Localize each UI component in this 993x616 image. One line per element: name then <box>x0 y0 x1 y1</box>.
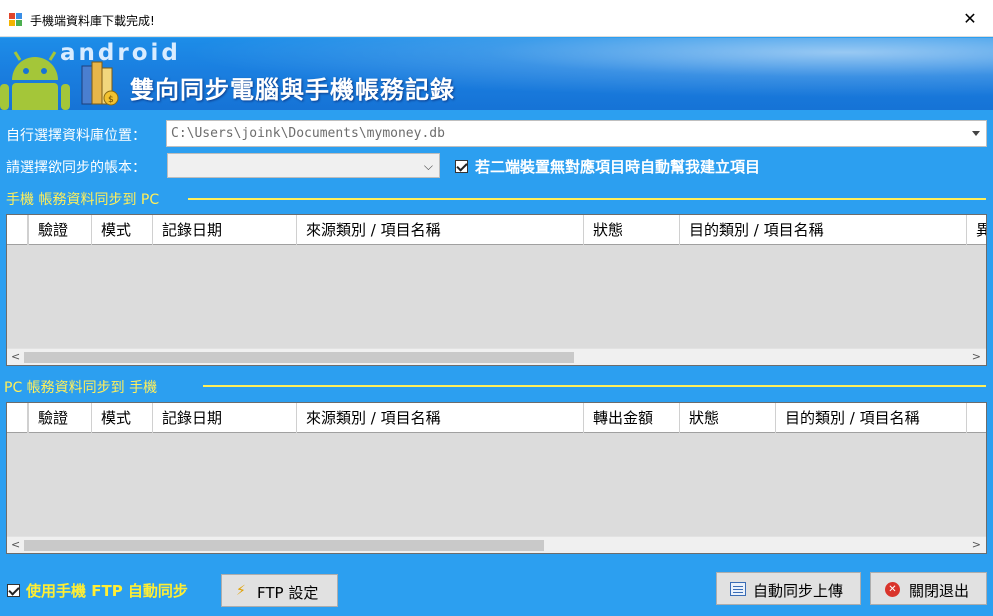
col-verify[interactable]: 驗證 <box>28 215 91 245</box>
auto-create-checkbox[interactable] <box>455 160 468 173</box>
scroll-thumb[interactable] <box>24 540 544 551</box>
pc-to-phone-title: PC 帳務資料同步到 手機 <box>4 380 158 396</box>
auto-upload-label: 自動同步上傳 <box>753 582 844 600</box>
col-mode[interactable]: 模式 <box>91 215 152 245</box>
phone-to-pc-grid[interactable]: 驗證 模式 記錄日期 來源類別 / 項目名稱 狀態 目的類別 / 項目名稱 異 … <box>6 214 987 366</box>
col-source-category[interactable]: 來源類別 / 項目名稱 <box>296 403 583 433</box>
account-label: 請選擇欲同步的帳本： <box>6 160 146 176</box>
android-wordmark: android <box>60 40 181 66</box>
close-exit-button[interactable]: ✕ 關閉退出 <box>870 572 987 605</box>
books-icon: $ <box>81 61 119 106</box>
chevron-down-icon: ⌵ <box>423 159 433 173</box>
app-icon <box>9 13 23 26</box>
dropdown-arrow-icon[interactable] <box>972 131 980 136</box>
col-verify[interactable]: 驗證 <box>28 403 91 433</box>
sync-dialog: 手機端資料庫下載完成! ✕ android $ 雙向同步電腦與手機帳務記錄 自行… <box>0 0 993 616</box>
auto-upload-button[interactable]: 自動同步上傳 <box>716 572 861 605</box>
horizontal-scrollbar[interactable]: < > <box>7 348 986 365</box>
grid-header: 驗證 模式 記錄日期 來源類別 / 項目名稱 轉出金額 狀態 目的類別 / 項目… <box>7 403 986 433</box>
col-status[interactable]: 狀態 <box>679 403 775 433</box>
db-location-combobox[interactable]: C:\Users\joink\Documents\mymoney.db <box>166 120 987 147</box>
banner: android $ 雙向同步電腦與手機帳務記錄 <box>0 38 993 110</box>
scroll-right-icon[interactable]: > <box>972 350 981 363</box>
pc-to-phone-grid[interactable]: 驗證 模式 記錄日期 來源類別 / 項目名稱 轉出金額 狀態 目的類別 / 項目… <box>6 402 987 554</box>
lightning-icon: ⚡ <box>236 583 246 599</box>
window-title: 手機端資料庫下載完成! <box>30 14 155 28</box>
col-transfer-amount[interactable]: 轉出金額 <box>583 403 679 433</box>
ftp-settings-label: FTP 設定 <box>257 584 319 602</box>
col-blank[interactable] <box>966 403 986 433</box>
scroll-thumb[interactable] <box>24 352 574 363</box>
scroll-left-icon[interactable]: < <box>11 350 20 363</box>
ftp-settings-button[interactable]: ⚡ FTP 設定 <box>221 574 338 607</box>
scroll-left-icon[interactable]: < <box>11 538 20 551</box>
row-header-corner <box>7 215 28 245</box>
account-select[interactable]: ⌵ <box>167 153 440 178</box>
col-mode[interactable]: 模式 <box>91 403 152 433</box>
col-record-date[interactable]: 記錄日期 <box>152 215 296 245</box>
col-partial[interactable]: 異 <box>966 215 986 245</box>
ftp-auto-sync-checkbox[interactable] <box>7 584 20 597</box>
col-source-category[interactable]: 來源類別 / 項目名稱 <box>296 215 583 245</box>
close-x-icon: ✕ <box>963 9 977 28</box>
ftp-auto-sync-label: 使用手機 FTP 自動同步 <box>26 582 188 600</box>
db-path-value: C:\Users\joink\Documents\mymoney.db <box>171 126 445 141</box>
scroll-right-icon[interactable]: > <box>972 538 981 551</box>
col-record-date[interactable]: 記錄日期 <box>152 403 296 433</box>
phone-to-pc-divider <box>188 198 986 200</box>
horizontal-scrollbar[interactable]: < > <box>7 536 986 553</box>
col-target-category[interactable]: 目的類別 / 項目名稱 <box>775 403 966 433</box>
pc-to-phone-divider <box>203 385 986 387</box>
col-target-category[interactable]: 目的類別 / 項目名稱 <box>679 215 966 245</box>
title-bar: 手機端資料庫下載完成! ✕ <box>0 0 993 37</box>
col-status[interactable]: 狀態 <box>583 215 679 245</box>
auto-create-label: 若二端裝置無對應項目時自動幫我建立項目 <box>475 158 761 176</box>
grid-header: 驗證 模式 記錄日期 來源類別 / 項目名稱 狀態 目的類別 / 項目名稱 異 <box>7 215 986 245</box>
banner-title: 雙向同步電腦與手機帳務記錄 <box>130 76 455 104</box>
table-icon <box>730 582 746 596</box>
close-exit-label: 關閉退出 <box>909 582 970 600</box>
row-header-corner <box>7 403 28 433</box>
phone-to-pc-title: 手機 帳務資料同步到 PC <box>6 192 160 208</box>
cancel-circle-icon: ✕ <box>885 582 900 597</box>
close-window-button[interactable]: ✕ <box>947 0 993 37</box>
db-location-label: 自行選擇資料庫位置： <box>6 128 146 144</box>
svg-text:$: $ <box>108 95 114 105</box>
